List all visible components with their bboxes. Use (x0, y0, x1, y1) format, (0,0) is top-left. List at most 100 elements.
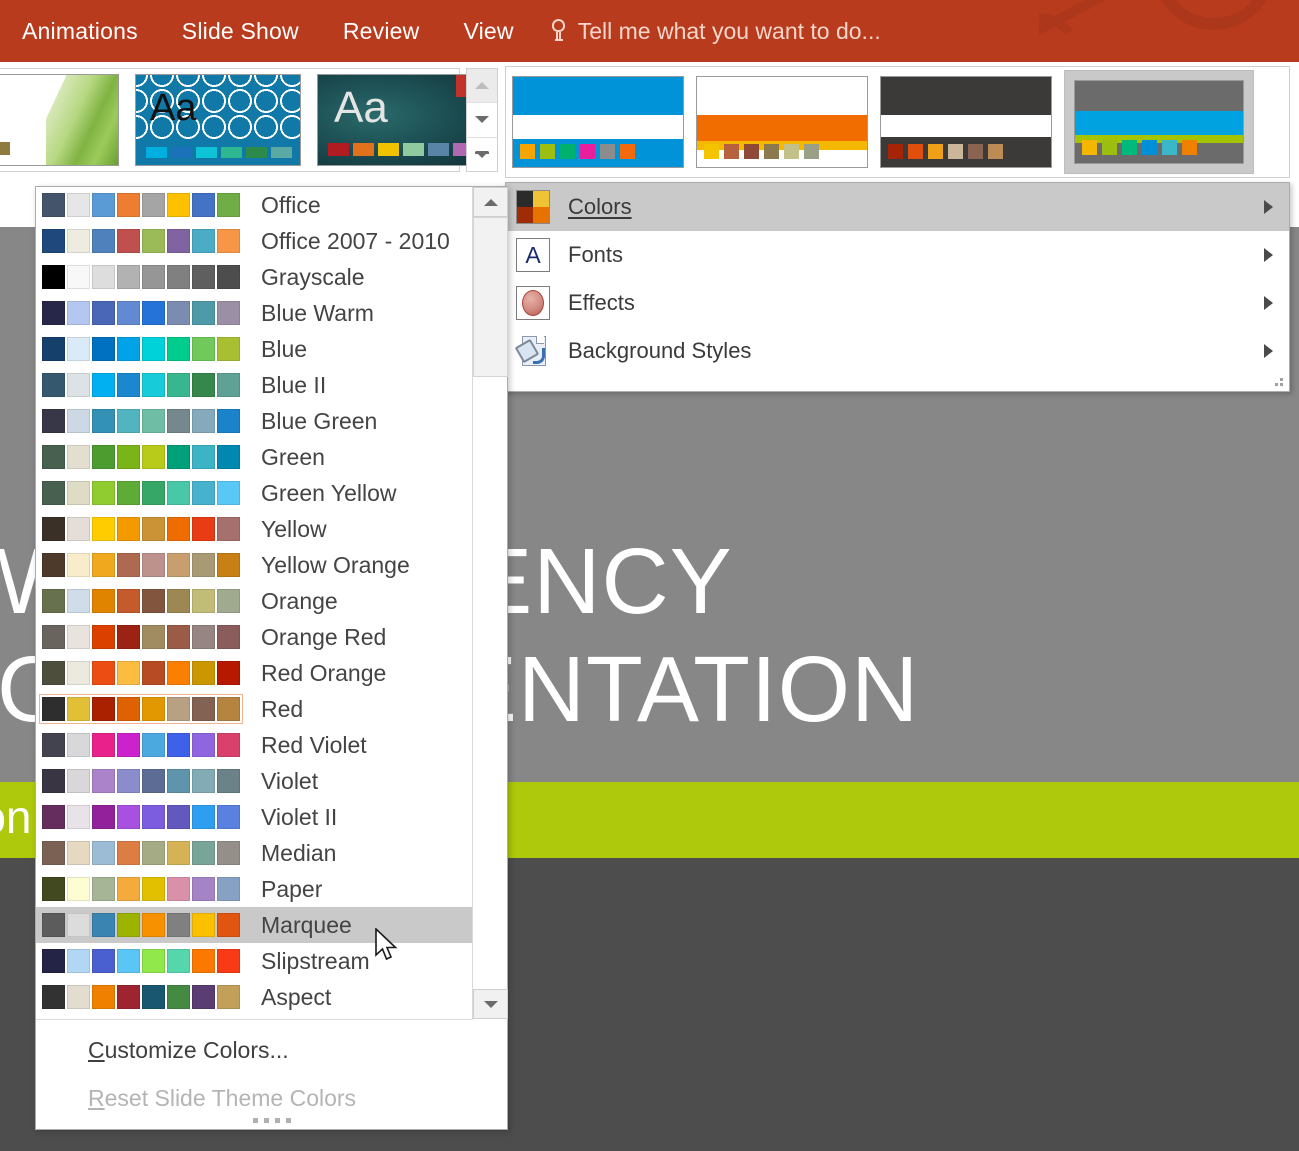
color-swatch (217, 373, 240, 397)
color-scheme-row[interactable]: Green (36, 439, 473, 475)
color-scheme-row[interactable]: Yellow (36, 511, 473, 547)
color-swatch (167, 265, 190, 289)
color-swatch (67, 589, 90, 613)
variant-blue[interactable] (512, 76, 684, 168)
color-scheme-swatches (39, 406, 243, 436)
colors-scroll-track[interactable] (473, 217, 507, 989)
fonts-icon: A (516, 238, 550, 272)
color-swatch (117, 589, 140, 613)
color-swatch (217, 697, 240, 721)
color-swatch (192, 913, 215, 937)
variants-gallery[interactable] (505, 66, 1290, 178)
theme-thumb-facet[interactable] (0, 74, 119, 166)
color-scheme-row[interactable]: Green Yellow (36, 475, 473, 511)
menu-item-label: Effects (568, 290, 635, 316)
theme-thumb-celestial[interactable]: Aa (135, 74, 301, 166)
color-swatch (67, 373, 90, 397)
color-scheme-row[interactable]: Blue (36, 331, 473, 367)
colors-scroll-thumb[interactable] (473, 217, 508, 377)
colors-scroll-down-button[interactable] (473, 989, 508, 1019)
color-swatch (142, 589, 165, 613)
colors-list-scrollbar[interactable] (472, 187, 507, 1019)
color-scheme-row[interactable]: Grayscale (36, 259, 473, 295)
color-scheme-row[interactable]: Office (36, 187, 473, 223)
color-swatch (142, 301, 165, 325)
colors-scroll-up-button[interactable] (473, 187, 508, 217)
color-swatch (92, 445, 115, 469)
color-scheme-label: Yellow (261, 516, 327, 543)
color-scheme-row[interactable]: Office 2007 - 2010 (36, 223, 473, 259)
variant-orange[interactable] (696, 76, 868, 168)
flyout-grip[interactable] (36, 1118, 507, 1123)
color-swatch (42, 733, 65, 757)
resize-grip[interactable] (1272, 375, 1284, 387)
color-scheme-row[interactable]: Blue Warm (36, 295, 473, 331)
color-scheme-row[interactable]: Blue Green (36, 403, 473, 439)
theme-colors-flyout[interactable]: OfficeOffice 2007 - 2010GrayscaleBlue Wa… (35, 186, 508, 1130)
menu-item-fonts[interactable]: A Fonts (506, 231, 1289, 279)
color-swatch (92, 265, 115, 289)
color-scheme-row[interactable]: Red (36, 691, 473, 727)
color-scheme-row[interactable]: Aspect (36, 979, 473, 1015)
color-scheme-swatches (39, 658, 243, 688)
color-swatch (167, 697, 190, 721)
customize-colors-button[interactable]: Customize Colors... (36, 1027, 473, 1073)
tab-review[interactable]: Review (321, 0, 442, 62)
variant-gray-selected[interactable] (1064, 70, 1254, 174)
color-scheme-label: Orange (261, 588, 338, 615)
color-swatch (217, 445, 240, 469)
color-swatch (42, 877, 65, 901)
theme-colors-list[interactable]: OfficeOffice 2007 - 2010GrayscaleBlue Wa… (36, 187, 473, 1019)
reset-slide-theme-colors-button[interactable]: Reset Slide Theme Colors (36, 1075, 473, 1121)
ion-swatches (328, 143, 474, 156)
color-scheme-swatches (39, 262, 243, 292)
color-scheme-row[interactable]: Violet II (36, 799, 473, 835)
color-swatch (92, 877, 115, 901)
color-scheme-row[interactable]: Red Orange (36, 655, 473, 691)
theme-variants-menu[interactable]: Colors A Fonts Effects Background Styles (505, 182, 1290, 392)
themes-gallery[interactable]: Aa Aa (0, 68, 460, 172)
ribbon-decoration (1039, 0, 1299, 62)
color-swatch (217, 589, 240, 613)
menu-item-background-styles[interactable]: Background Styles (506, 327, 1289, 375)
color-swatch (142, 985, 165, 1009)
tab-view[interactable]: View (441, 0, 535, 62)
color-scheme-row[interactable]: Marquee (36, 907, 473, 943)
color-swatch (192, 805, 215, 829)
color-swatch (67, 985, 90, 1009)
color-swatch (117, 481, 140, 505)
color-scheme-swatches (39, 586, 243, 616)
color-swatch (42, 301, 65, 325)
gallery-more-button[interactable] (467, 138, 497, 171)
color-scheme-row[interactable]: Blue II (36, 367, 473, 403)
color-swatch (92, 661, 115, 685)
tab-animations[interactable]: Animations (0, 0, 160, 62)
color-scheme-swatches (39, 622, 243, 652)
color-swatch (117, 229, 140, 253)
color-scheme-row[interactable]: Violet (36, 763, 473, 799)
gallery-scroll-down-button[interactable] (467, 103, 497, 137)
color-scheme-row[interactable]: Median (36, 835, 473, 871)
themes-gallery-scrollbar[interactable] (466, 68, 498, 172)
color-swatch (142, 193, 165, 217)
color-scheme-swatches (39, 766, 243, 796)
color-scheme-row[interactable]: Orange (36, 583, 473, 619)
gallery-scroll-up-button[interactable] (467, 69, 497, 103)
menu-item-effects[interactable]: Effects (506, 279, 1289, 327)
variant-dark[interactable] (880, 76, 1052, 168)
tell-me-box[interactable]: Tell me what you want to do... (536, 0, 881, 62)
color-scheme-row[interactable]: Yellow Orange (36, 547, 473, 583)
color-scheme-row[interactable]: Orange Red (36, 619, 473, 655)
effects-icon (516, 286, 550, 320)
menu-item-label: Background Styles (568, 338, 751, 364)
color-swatch (92, 229, 115, 253)
menu-item-colors[interactable]: Colors (506, 183, 1289, 231)
theme-thumb-ion-boardroom[interactable]: Aa (317, 74, 483, 166)
color-scheme-swatches (39, 982, 243, 1012)
color-swatch (117, 625, 140, 649)
color-scheme-row[interactable]: Paper (36, 871, 473, 907)
tab-slide-show[interactable]: Slide Show (160, 0, 321, 62)
color-swatch (217, 193, 240, 217)
color-scheme-row[interactable]: Slipstream (36, 943, 473, 979)
color-scheme-row[interactable]: Red Violet (36, 727, 473, 763)
